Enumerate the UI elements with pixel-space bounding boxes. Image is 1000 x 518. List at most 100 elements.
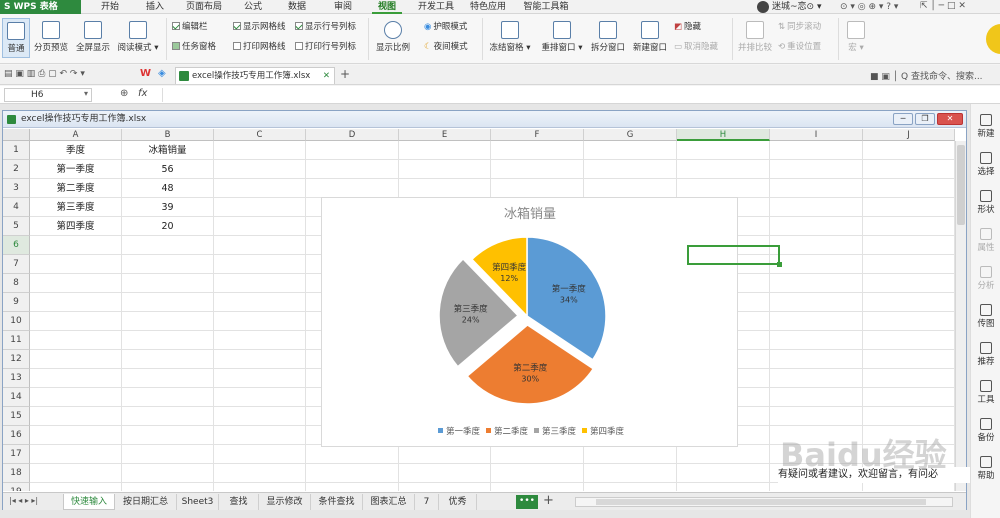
full-screen-button[interactable]: 全屏显示 [74, 21, 112, 53]
page-break-preview-button[interactable]: 分页预览 [32, 21, 70, 53]
wps-w-icon[interactable]: W [140, 68, 151, 79]
cell-b13[interactable] [122, 369, 214, 388]
cell-d1[interactable] [306, 141, 399, 160]
show-gridlines-checkbox[interactable]: 显示网格线 [233, 22, 286, 33]
cell-d18[interactable] [306, 464, 399, 483]
column-header-f[interactable]: F [491, 129, 584, 141]
reset-position-button[interactable]: ⟲ 重设位置 [778, 42, 821, 53]
cell-j11[interactable] [863, 331, 955, 350]
cell-a12[interactable] [30, 350, 122, 369]
cell-c16[interactable] [214, 426, 306, 445]
cell-d2[interactable] [306, 160, 399, 179]
cell-b18[interactable] [122, 464, 214, 483]
cell-f3[interactable] [491, 179, 584, 198]
row-header-15[interactable]: 15 [3, 407, 30, 426]
cell-b2[interactable]: 56 [122, 160, 214, 179]
sheet-tab-7[interactable]: 7 [415, 494, 439, 510]
cell-j13[interactable] [863, 369, 955, 388]
column-header-d[interactable]: D [306, 129, 399, 141]
cell-b12[interactable] [122, 350, 214, 369]
right-panel-shape[interactable]: 形状 [971, 190, 1000, 215]
cell-a18[interactable] [30, 464, 122, 483]
cell-b11[interactable] [122, 331, 214, 350]
sheet-tab-5[interactable]: 条件查找 [311, 494, 363, 510]
cell-i15[interactable] [770, 407, 863, 426]
cell-b15[interactable] [122, 407, 214, 426]
cell-i12[interactable] [770, 350, 863, 369]
add-sheet-icon[interactable]: + [543, 493, 554, 508]
row-header-9[interactable]: 9 [3, 293, 30, 312]
column-header-i[interactable]: I [770, 129, 863, 141]
assistant-bubble-icon[interactable] [986, 24, 1000, 54]
cell-c12[interactable] [214, 350, 306, 369]
menu-formula[interactable]: 公式 [238, 0, 268, 14]
night-mode-button[interactable]: ☾ 夜间模式 [424, 42, 468, 53]
cell-b8[interactable] [122, 274, 214, 293]
cell-c17[interactable] [214, 445, 306, 464]
scrollbar-thumb[interactable] [957, 145, 965, 225]
row-header-11[interactable]: 11 [3, 331, 30, 350]
cell-b4[interactable]: 39 [122, 198, 214, 217]
row-header-12[interactable]: 12 [3, 350, 30, 369]
cell-b19[interactable] [122, 483, 214, 491]
eye-mode-button[interactable]: ◉ 护眼模式 [424, 22, 467, 33]
cell-j9[interactable] [863, 293, 955, 312]
cell-a9[interactable] [30, 293, 122, 312]
row-header-17[interactable]: 17 [3, 445, 30, 464]
cell-a10[interactable] [30, 312, 122, 331]
right-panel-property[interactable]: 属性 [971, 228, 1000, 253]
formula-input[interactable] [162, 88, 992, 102]
cell-e2[interactable] [399, 160, 491, 179]
cell-g1[interactable] [584, 141, 677, 160]
row-header-4[interactable]: 4 [3, 198, 30, 217]
menu-home[interactable]: 开始 [95, 0, 125, 14]
menu-review[interactable]: 审阅 [328, 0, 358, 14]
column-header-e[interactable]: E [399, 129, 491, 141]
cell-i8[interactable] [770, 274, 863, 293]
menu-insert[interactable]: 插入 [140, 0, 170, 14]
menu-features[interactable]: 特色应用 [467, 0, 509, 14]
selected-cell-h6[interactable] [687, 245, 780, 265]
zoom-magnifier-icon[interactable]: ⊕ [120, 88, 128, 99]
right-panel-tools[interactable]: 工具 [971, 380, 1000, 405]
fill-handle[interactable] [777, 262, 782, 267]
row-header-8[interactable]: 8 [3, 274, 30, 293]
cell-a3[interactable]: 第二季度 [30, 179, 122, 198]
cell-c14[interactable] [214, 388, 306, 407]
cell-b16[interactable] [122, 426, 214, 445]
cell-j2[interactable] [863, 160, 955, 179]
more-sheets-button[interactable]: ••• [516, 495, 538, 509]
cell-e3[interactable] [399, 179, 491, 198]
name-box[interactable]: H6 [4, 88, 92, 102]
cell-a14[interactable] [30, 388, 122, 407]
menu-view[interactable]: 视图 [372, 0, 402, 14]
search-command-input[interactable]: ■ ▣ │ Q 查找命令、搜索... [870, 69, 983, 82]
cell-a11[interactable] [30, 331, 122, 350]
menu-page-layout[interactable]: 页面布局 [183, 0, 225, 14]
cell-e19[interactable] [399, 483, 491, 491]
restore-button[interactable]: ❐ [915, 113, 935, 125]
cell-j1[interactable] [863, 141, 955, 160]
cell-j12[interactable] [863, 350, 955, 369]
scrollbar-thumb[interactable] [596, 499, 926, 505]
freeze-panes-button[interactable]: 冻结窗格 ▾ [486, 21, 534, 53]
window-controls[interactable]: ⇱ │ ─ □ ✕ [920, 1, 998, 13]
cell-i13[interactable] [770, 369, 863, 388]
cell-i5[interactable] [770, 217, 863, 236]
cell-d3[interactable] [306, 179, 399, 198]
column-header-b[interactable]: B [122, 129, 214, 141]
cell-a16[interactable] [30, 426, 122, 445]
cell-j4[interactable] [863, 198, 955, 217]
horizontal-scrollbar[interactable] [575, 497, 953, 507]
cell-a15[interactable] [30, 407, 122, 426]
row-header-6[interactable]: 6 [3, 236, 30, 255]
cell-i11[interactable] [770, 331, 863, 350]
right-panel-new[interactable]: 新建 [971, 114, 1000, 139]
cell-b10[interactable] [122, 312, 214, 331]
sheet-tab-4[interactable]: 显示修改 [259, 494, 311, 510]
cell-a19[interactable] [30, 483, 122, 491]
menu-data[interactable]: 数据 [282, 0, 312, 14]
cell-i7[interactable] [770, 255, 863, 274]
cell-b14[interactable] [122, 388, 214, 407]
row-header-3[interactable]: 3 [3, 179, 30, 198]
